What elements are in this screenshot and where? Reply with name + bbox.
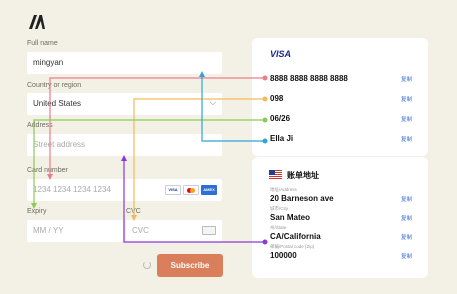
full-name-input[interactable]: mingyan xyxy=(27,52,222,74)
address-label: Address xyxy=(27,122,53,129)
copy-card-number-button[interactable]: 复制 xyxy=(401,75,412,83)
cvc-label: CVC xyxy=(126,208,141,215)
chevron-down-icon: ⌵ xyxy=(209,98,216,107)
expiry-input[interactable]: MM / YY xyxy=(27,220,123,242)
amex-icon: AMEX xyxy=(201,185,217,195)
copy-postal-button[interactable]: 复制 xyxy=(401,252,412,260)
city-field-label: 城市/City xyxy=(270,206,288,211)
city-value: San Mateo xyxy=(270,213,311,222)
visa-icon: VISA xyxy=(165,185,181,195)
country-select[interactable]: United States ⌵ xyxy=(27,93,222,115)
card-number-input[interactable]: 1234 1234 1234 1234 VISA AMEX xyxy=(27,179,222,201)
subscribe-button[interactable]: Subscribe xyxy=(157,254,223,277)
expiry-label: Expiry xyxy=(27,208,47,215)
copy-code-button[interactable]: 复制 xyxy=(401,95,412,103)
card-info-panel: VISA 8888 8888 8888 8888 复制 098 复制 06/26… xyxy=(252,38,428,156)
us-flag-icon xyxy=(269,170,282,179)
code-value: 098 xyxy=(270,94,284,103)
billing-address-value: 20 Barneson ave xyxy=(270,194,334,203)
address-field-label: 地址/Address xyxy=(270,187,297,192)
visa-logo: VISA xyxy=(270,49,292,59)
mastercard-icon xyxy=(183,185,199,195)
cvc-input[interactable]: CVC xyxy=(126,220,222,242)
copy-name-button[interactable]: 复制 xyxy=(401,135,412,143)
cvc-placeholder: CVC xyxy=(132,226,149,235)
country-value: United States xyxy=(33,99,82,108)
billing-title: 账单地址 xyxy=(287,171,319,180)
card-back-icon xyxy=(202,226,216,235)
full-name-label: Full name xyxy=(27,40,58,47)
name-value: Ella Ji xyxy=(270,134,294,143)
state-field-label: 州/State xyxy=(270,225,287,230)
copy-state-button[interactable]: 复制 xyxy=(401,233,412,241)
card-number-value: 8888 8888 8888 8888 xyxy=(270,74,348,83)
date-value: 06/26 xyxy=(270,114,291,123)
copy-address-button[interactable]: 复制 xyxy=(401,195,412,203)
state-value: CA/California xyxy=(270,232,321,241)
billing-address-panel: 账单地址 地址/Address 20 Barneson ave 复制 城市/Ci… xyxy=(252,157,428,278)
postal-value: 100000 xyxy=(270,251,297,260)
card-number-placeholder: 1234 1234 1234 1234 xyxy=(33,185,111,194)
country-label: Country or region xyxy=(27,82,82,89)
card-number-label: Card number xyxy=(27,167,68,174)
anthropic-logo xyxy=(29,15,45,29)
postal-field-label: 邮编/Postal code (Zip) xyxy=(270,244,315,249)
copy-date-button[interactable]: 复制 xyxy=(401,115,412,123)
loading-spinner-icon xyxy=(143,261,151,269)
card-brand-icons: VISA AMEX xyxy=(165,185,217,195)
copy-city-button[interactable]: 复制 xyxy=(401,214,412,222)
address-input[interactable]: Street address xyxy=(27,134,222,156)
